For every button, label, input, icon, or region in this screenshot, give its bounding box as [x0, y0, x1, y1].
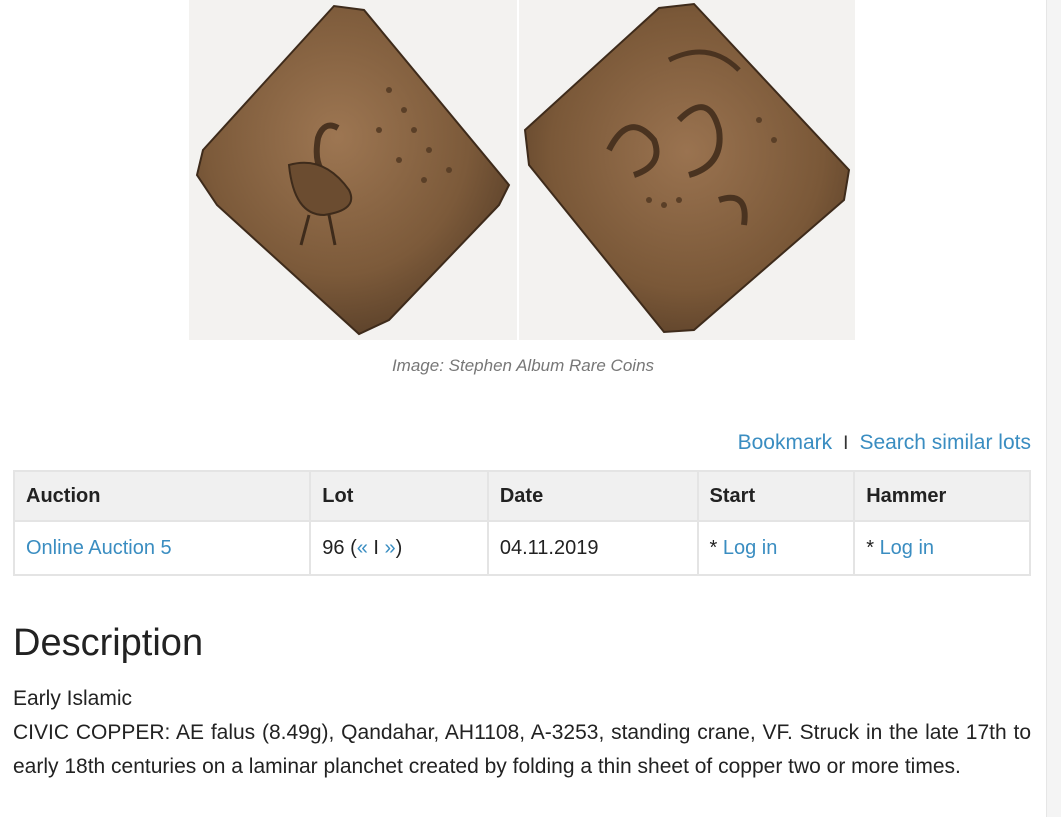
start-prefix: * [709, 536, 723, 559]
column-header-hammer: Hammer [853, 470, 1031, 522]
coin-reverse-image [519, 0, 855, 340]
lot-close-paren: ) [395, 536, 403, 559]
page-scrollbar[interactable] [1046, 0, 1061, 817]
coin-obverse-image [189, 0, 517, 340]
column-header-date: Date [486, 470, 699, 522]
lot-number: 96 ( [322, 536, 357, 559]
description-heading: Description [13, 622, 204, 664]
coin-reverse-graphic [523, 2, 851, 334]
column-header-auction: Auction [12, 470, 312, 522]
hammer-prefix: * [866, 536, 880, 559]
description-text: CIVIC COPPER: AE falus (8.49g), Qandahar… [13, 721, 1031, 778]
hammer-cell: * Log in [853, 520, 1031, 576]
actions-separator: I [843, 433, 849, 454]
start-cell: * Log in [696, 520, 856, 576]
table-row: Online Auction 5 96 (« I ») 04.11.2019 *… [12, 520, 1031, 576]
lot-image[interactable] [189, 0, 857, 340]
coin-obverse-graphic [195, 4, 511, 336]
lot-nav-separator: I [367, 536, 385, 559]
column-header-start: Start [696, 470, 856, 522]
search-similar-lots-link[interactable]: Search similar lots [859, 431, 1031, 454]
description-category: Early Islamic [13, 687, 133, 710]
start-login-link[interactable]: Log in [723, 537, 778, 559]
lot-actions: Bookmark I Search similar lots [738, 431, 1031, 455]
bookmark-link[interactable]: Bookmark [738, 431, 833, 454]
column-header-lot: Lot [309, 470, 489, 522]
auction-link[interactable]: Online Auction 5 [26, 537, 172, 559]
lot-cell: 96 (« I ») [309, 520, 489, 576]
table-header-row: Auction Lot Date Start Hammer [12, 470, 1031, 522]
auction-cell: Online Auction 5 [12, 520, 312, 576]
next-lot-link[interactable]: » [385, 537, 396, 559]
hammer-login-link[interactable]: Log in [880, 537, 935, 559]
date-cell: 04.11.2019 [486, 520, 699, 576]
image-caption: Image: Stephen Album Rare Coins [391, 356, 655, 375]
previous-lot-link[interactable]: « [357, 537, 368, 559]
lot-info-table: Auction Lot Date Start Hammer Online Auc… [12, 470, 1031, 576]
